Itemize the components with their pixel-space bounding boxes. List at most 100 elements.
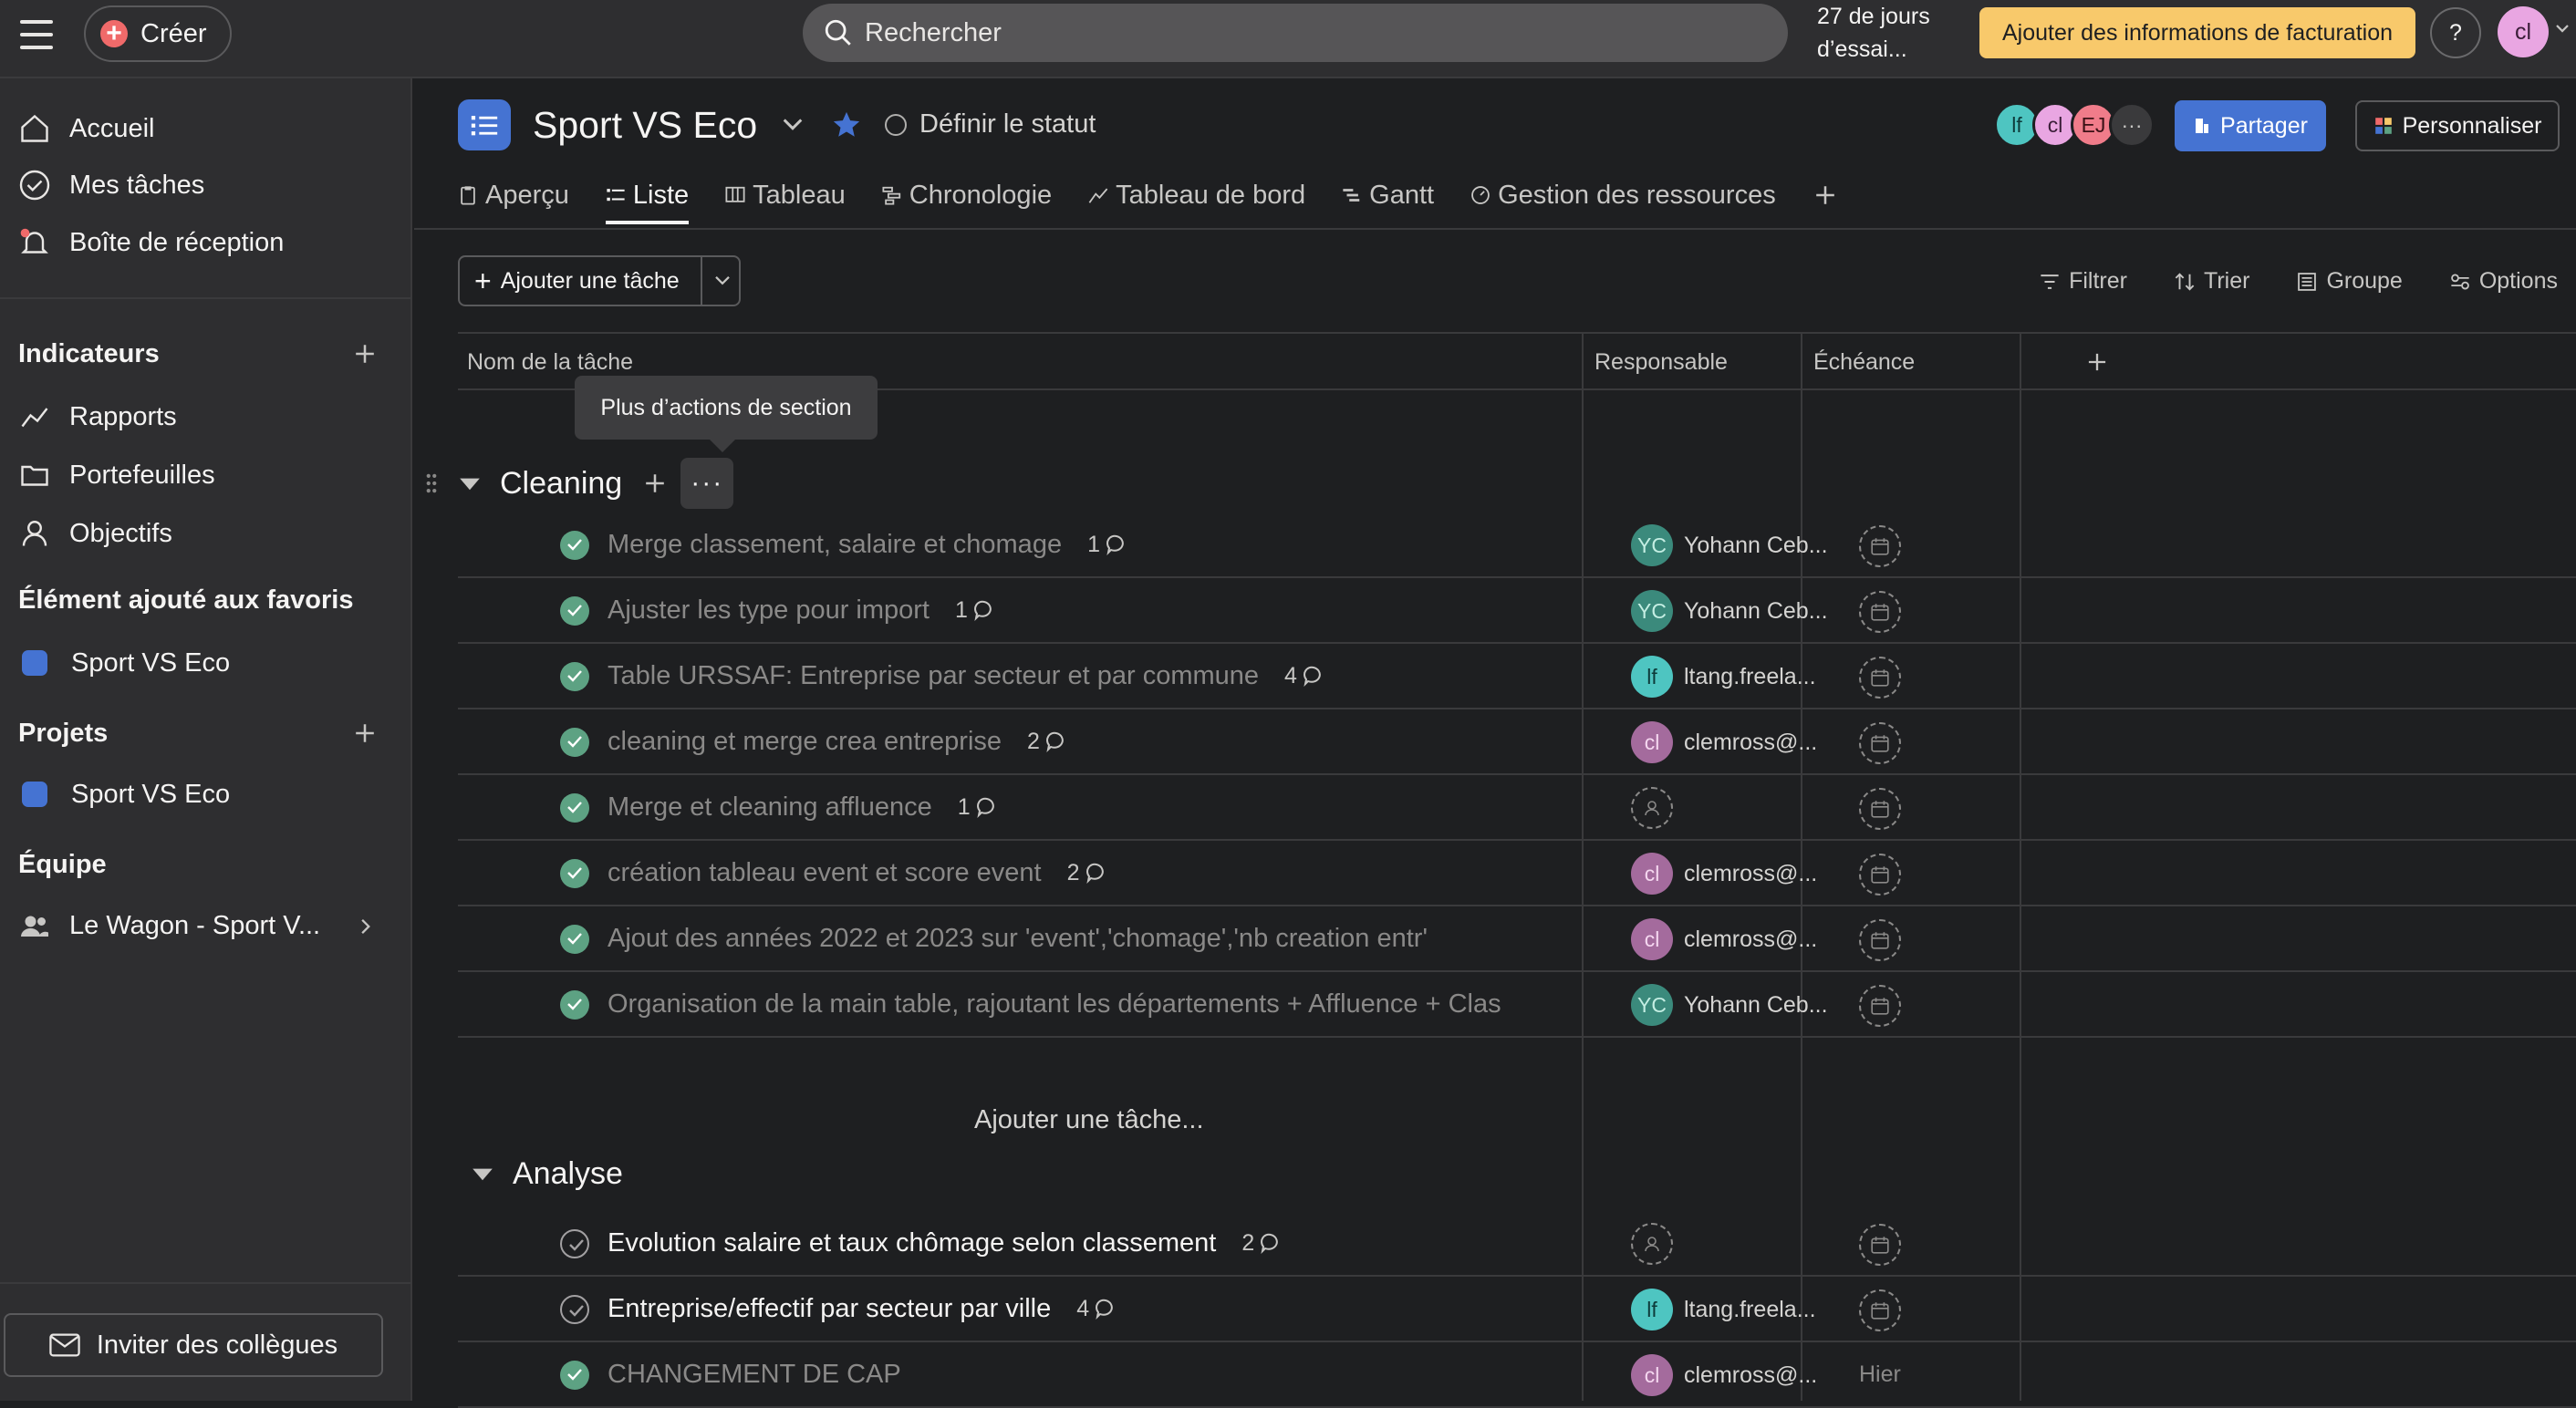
comment-count[interactable]: 4: [1284, 663, 1324, 689]
task-name[interactable]: Evolution salaire et taux chômage selon …: [608, 1211, 1282, 1275]
task-name[interactable]: cleaning et merge crea entreprise 2: [608, 709, 1067, 773]
column-header-assignee[interactable]: Responsable: [1585, 334, 1728, 390]
sidebar-item-project[interactable]: Sport VS Eco: [18, 771, 230, 817]
tab-resources[interactable]: Gestion des ressources: [1470, 170, 1776, 221]
task-name[interactable]: Ajout des années 2022 et 2023 sur 'event…: [608, 906, 1428, 970]
chevron-right-icon[interactable]: [358, 917, 372, 936]
calendar-icon[interactable]: [1859, 657, 1901, 699]
table-row[interactable]: Organisation de la main table, rajoutant…: [458, 972, 2576, 1038]
task-complete-checkbox[interactable]: [560, 1295, 589, 1324]
assignee-cell[interactable]: YC Yohann Ceb...: [1631, 523, 1828, 567]
task-complete-checkbox[interactable]: [560, 662, 589, 691]
sidebar-item-reports[interactable]: Rapports: [18, 394, 177, 440]
calendar-icon[interactable]: [1859, 1289, 1901, 1331]
indicators-heading[interactable]: Indicateurs: [18, 339, 160, 369]
sidebar-item-portfolios[interactable]: Portefeuilles: [18, 452, 215, 498]
comment-count[interactable]: 1: [1087, 532, 1127, 558]
empty-assignee-icon[interactable]: [1631, 1223, 1673, 1265]
sort-button[interactable]: Trier: [2175, 268, 2249, 295]
sidebar-item-goals[interactable]: Objectifs: [18, 511, 172, 556]
add-task-button[interactable]: + Ajouter une tâche: [458, 255, 741, 306]
billing-button[interactable]: Ajouter des informations de facturation: [1979, 7, 2415, 58]
tab-timeline[interactable]: Chronologie: [882, 170, 1052, 221]
task-name[interactable]: CHANGEMENT DE CAP: [608, 1342, 901, 1406]
add-task-inline[interactable]: Ajouter une tâche...: [974, 1087, 1204, 1153]
task-name[interactable]: Entreprise/effectif par secteur par vill…: [608, 1277, 1117, 1341]
task-complete-checkbox[interactable]: [560, 531, 589, 560]
tab-list[interactable]: Liste: [605, 170, 690, 224]
section-title[interactable]: Cleaning: [500, 466, 622, 502]
plus-icon[interactable]: [352, 341, 378, 367]
tab-gantt[interactable]: Gantt: [1342, 170, 1434, 221]
task-complete-checkbox[interactable]: [560, 990, 589, 1020]
comment-count[interactable]: 1: [955, 597, 995, 624]
section-title[interactable]: Analyse: [513, 1156, 623, 1192]
table-row[interactable]: Evolution salaire et taux chômage selon …: [458, 1211, 2576, 1277]
sidebar-item-my-tasks[interactable]: Mes tâches: [18, 162, 204, 208]
due-date[interactable]: Hier: [1859, 1342, 1901, 1406]
table-row[interactable]: Entreprise/effectif par secteur par vill…: [458, 1277, 2576, 1342]
table-row[interactable]: cleaning et merge crea entreprise 2 cl clem…: [458, 709, 2576, 775]
sidebar-item-favorite-project[interactable]: Sport VS Eco: [18, 640, 230, 686]
group-button[interactable]: Groupe: [2297, 268, 2403, 295]
add-column-icon[interactable]: [2085, 350, 2109, 374]
assignee-cell[interactable]: cl clemross@...: [1631, 917, 1817, 961]
tab-board[interactable]: Tableau: [725, 170, 846, 221]
add-tab-button[interactable]: [1813, 170, 1845, 221]
table-row[interactable]: Table URSSAF: Entreprise par secteur et …: [458, 644, 2576, 709]
add-task-icon[interactable]: [642, 471, 668, 496]
table-row[interactable]: Merge et cleaning affluence 1: [458, 775, 2576, 841]
assignee-cell[interactable]: [1631, 1222, 1684, 1266]
add-task-main[interactable]: + Ajouter une tâche: [460, 257, 702, 305]
assignee-cell[interactable]: lf ltang.freela...: [1631, 1288, 1816, 1331]
sidebar-item-inbox[interactable]: Boîte de réception: [18, 220, 284, 265]
create-button[interactable]: + Créer: [84, 5, 232, 62]
options-button[interactable]: Options: [2450, 268, 2558, 295]
calendar-icon[interactable]: [1859, 591, 1901, 633]
sidebar-item-team[interactable]: Le Wagon - Sport V...: [18, 903, 320, 948]
section-more-actions-button[interactable]: ···: [680, 458, 734, 509]
calendar-icon[interactable]: [1859, 525, 1901, 567]
assignee-cell[interactable]: YC Yohann Ceb...: [1631, 983, 1828, 1027]
comment-count[interactable]: 1: [958, 794, 998, 821]
task-complete-checkbox[interactable]: [560, 596, 589, 626]
empty-assignee-icon[interactable]: [1631, 787, 1673, 829]
calendar-icon[interactable]: [1859, 985, 1901, 1027]
share-button[interactable]: Partager: [2175, 100, 2326, 151]
assignee-cell[interactable]: cl clemross@...: [1631, 720, 1817, 764]
chevron-down-icon[interactable]: [781, 116, 805, 134]
chevron-down-icon[interactable]: [713, 274, 732, 287]
task-name[interactable]: Merge classement, salaire et chomage 1: [608, 512, 1127, 576]
assignee-cell[interactable]: cl clemross@...: [1631, 852, 1817, 896]
calendar-icon[interactable]: [1859, 722, 1901, 764]
drag-handle-icon[interactable]: [423, 471, 440, 495]
star-icon[interactable]: [830, 109, 863, 140]
menu-icon[interactable]: [20, 20, 53, 51]
tab-overview[interactable]: Aperçu: [458, 170, 569, 221]
assignee-cell[interactable]: cl clemross@...: [1631, 1353, 1817, 1397]
comment-count[interactable]: 2: [1027, 729, 1067, 755]
table-row[interactable]: création tableau event et score event 2 cl…: [458, 841, 2576, 906]
plus-icon[interactable]: [352, 720, 378, 746]
task-complete-checkbox[interactable]: [560, 859, 589, 888]
sidebar-item-home[interactable]: Accueil: [18, 106, 155, 151]
set-status-button[interactable]: Définir le statut: [885, 109, 1096, 140]
collapse-caret-icon[interactable]: [458, 475, 482, 492]
user-avatar[interactable]: cl: [2498, 6, 2549, 57]
invite-button[interactable]: Inviter des collègues: [4, 1313, 383, 1377]
collapse-caret-icon[interactable]: [471, 1165, 494, 1182]
help-button[interactable]: ?: [2430, 7, 2481, 58]
task-name[interactable]: Ajuster les type pour import 1: [608, 578, 995, 642]
calendar-icon[interactable]: [1859, 788, 1901, 830]
table-row[interactable]: Ajout des années 2022 et 2023 sur 'event…: [458, 906, 2576, 972]
task-complete-checkbox[interactable]: [560, 728, 589, 757]
calendar-icon[interactable]: [1859, 854, 1901, 896]
project-members[interactable]: lf cl EJ ···: [1994, 102, 2155, 150]
task-name[interactable]: création tableau event et score event 2: [608, 841, 1107, 905]
comment-count[interactable]: 2: [1241, 1230, 1282, 1257]
customize-button[interactable]: Personnaliser: [2355, 100, 2560, 151]
table-row[interactable]: Ajuster les type pour import 1 YC Yohann Ce…: [458, 578, 2576, 644]
search-input[interactable]: Rechercher: [803, 4, 1788, 62]
task-name[interactable]: Merge et cleaning affluence 1: [608, 775, 998, 839]
calendar-icon[interactable]: [1859, 919, 1901, 961]
